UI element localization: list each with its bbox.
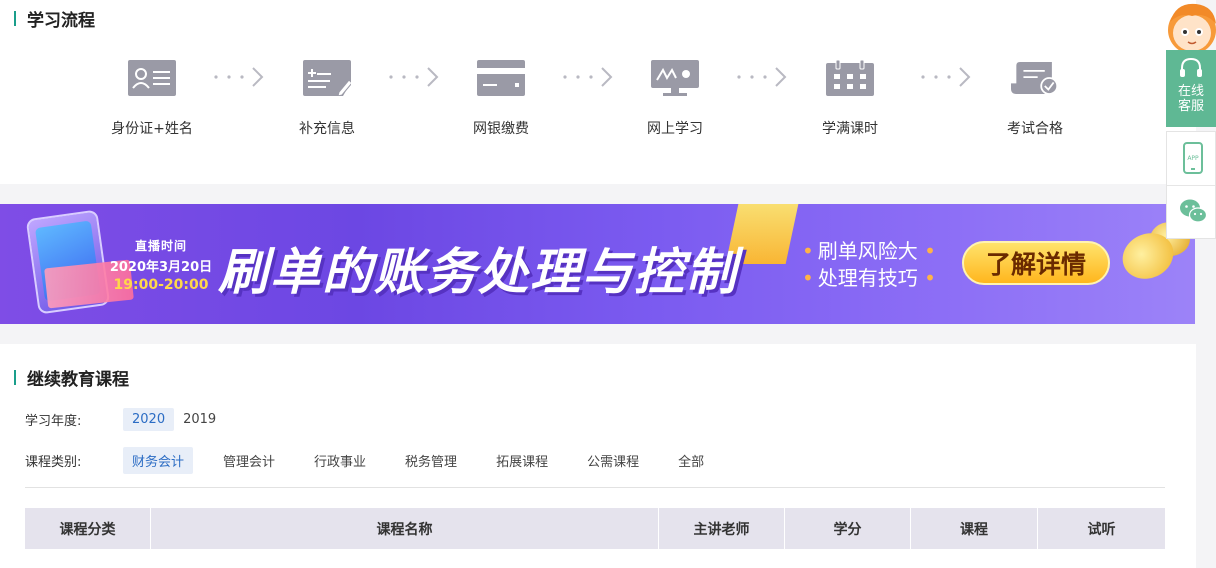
banner-tip: 刷单风险大: [802, 238, 936, 265]
header-trial: 试听: [1087, 521, 1116, 538]
step-label: 补充信息: [299, 121, 355, 137]
category-option-all[interactable]: 全部: [669, 447, 713, 474]
step-label: 网银缴费: [473, 121, 529, 137]
exam-pass-icon: [1011, 62, 1059, 95]
step-online-banking: 网银缴费: [431, 60, 571, 138]
side-tools: APP: [1166, 131, 1216, 239]
step-exam-pass: 考试合格: [965, 60, 1105, 138]
live-date: 2020年3月20日: [109, 260, 213, 275]
edit-form-icon: [303, 60, 351, 96]
courses-section-title: 继续教育课程: [14, 365, 129, 390]
header-course: 课程: [911, 508, 1038, 549]
wechat-icon[interactable]: [1179, 198, 1207, 224]
step-label: 身份证+姓名: [111, 121, 193, 137]
year-filter-label: 学习年度:: [25, 414, 82, 429]
header-teacher: 主讲老师: [659, 508, 785, 549]
category-option-extended[interactable]: 拓展课程: [487, 447, 557, 474]
step-label: 考试合格: [1007, 121, 1063, 137]
category-option-tax-management[interactable]: 税务管理: [396, 447, 466, 474]
category-filter-label: 课程类别:: [25, 455, 82, 470]
course-table-header: 课程分类 课程名称 主讲老师 学分 课程 试听: [25, 508, 1165, 549]
header-course-category: 课程分类: [25, 508, 151, 549]
live-time-box: 直播时间 2020年3月20日 19:00-20:00: [104, 237, 218, 293]
online-service-button[interactable]: 在线 客服: [1166, 50, 1216, 127]
learn-more-button[interactable]: 了解详情: [962, 241, 1110, 285]
service-label-line2: 客服: [1177, 99, 1204, 114]
service-label-line1: 在线: [1177, 84, 1204, 99]
category-option-financial-accounting[interactable]: 财务会计: [123, 447, 194, 474]
banner-tip: 处理有技巧: [802, 265, 936, 292]
process-section-title: 学习流程: [14, 6, 95, 31]
learning-process-panel: 学习流程 身份证+姓名 补充信息 网银缴费 网上学习 学满课时 考试合格: [0, 0, 1196, 184]
app-label: APP: [1187, 155, 1199, 162]
bank-card-icon: [477, 60, 525, 96]
banner-tips: 刷单风险大 处理有技巧: [802, 238, 936, 292]
category-option-administrative[interactable]: 行政事业: [305, 447, 375, 474]
header-course-name: 课程名称: [151, 508, 659, 549]
live-hours: 19:00-20:00: [113, 277, 209, 293]
title-accent-bar: [14, 370, 16, 385]
year-option-2020[interactable]: 2020: [123, 408, 175, 431]
app-download-icon[interactable]: APP: [1183, 142, 1203, 174]
filter-divider: [25, 487, 1165, 488]
mascot-avatar: [1168, 3, 1216, 54]
monitor-icon: [651, 60, 699, 96]
step-label: 网上学习: [647, 121, 703, 137]
live-time-label: 直播时间: [134, 239, 187, 253]
live-course-banner[interactable]: 直播时间 2020年3月20日 19:00-20:00 刷单的账务处理与控制 刷…: [0, 204, 1195, 324]
side-divider: [1167, 185, 1215, 186]
category-filter: 课程类别: 财务会计 管理会计 行政事业 税务管理 拓展课程 公需课程 全部: [25, 447, 734, 474]
banner-title: 刷单的账务处理与控制: [218, 243, 738, 301]
category-option-public-required[interactable]: 公需课程: [578, 447, 648, 474]
header-credits: 学分: [785, 508, 911, 549]
step-complete-hours: 学满课时: [780, 60, 920, 138]
calendar-icon: [826, 60, 874, 96]
process-title: 学习流程: [27, 11, 95, 31]
headset-icon: [1180, 57, 1202, 77]
category-option-management-accounting[interactable]: 管理会计: [214, 447, 284, 474]
step-supplement-info: 补充信息: [257, 60, 397, 138]
step-online-study: 网上学习: [605, 60, 745, 138]
continuing-education-panel: 继续教育课程 学习年度: 2020 2019 课程类别: 财务会计 管理会计 行…: [0, 344, 1196, 568]
courses-title: 继续教育课程: [27, 370, 129, 390]
step-id-card: 身份证+姓名: [82, 60, 222, 138]
step-label: 学满课时: [822, 121, 878, 137]
year-filter: 学习年度: 2020 2019: [25, 408, 225, 431]
id-card-icon: [128, 60, 176, 96]
year-option-2019[interactable]: 2019: [174, 408, 225, 431]
title-accent-bar: [14, 11, 16, 26]
